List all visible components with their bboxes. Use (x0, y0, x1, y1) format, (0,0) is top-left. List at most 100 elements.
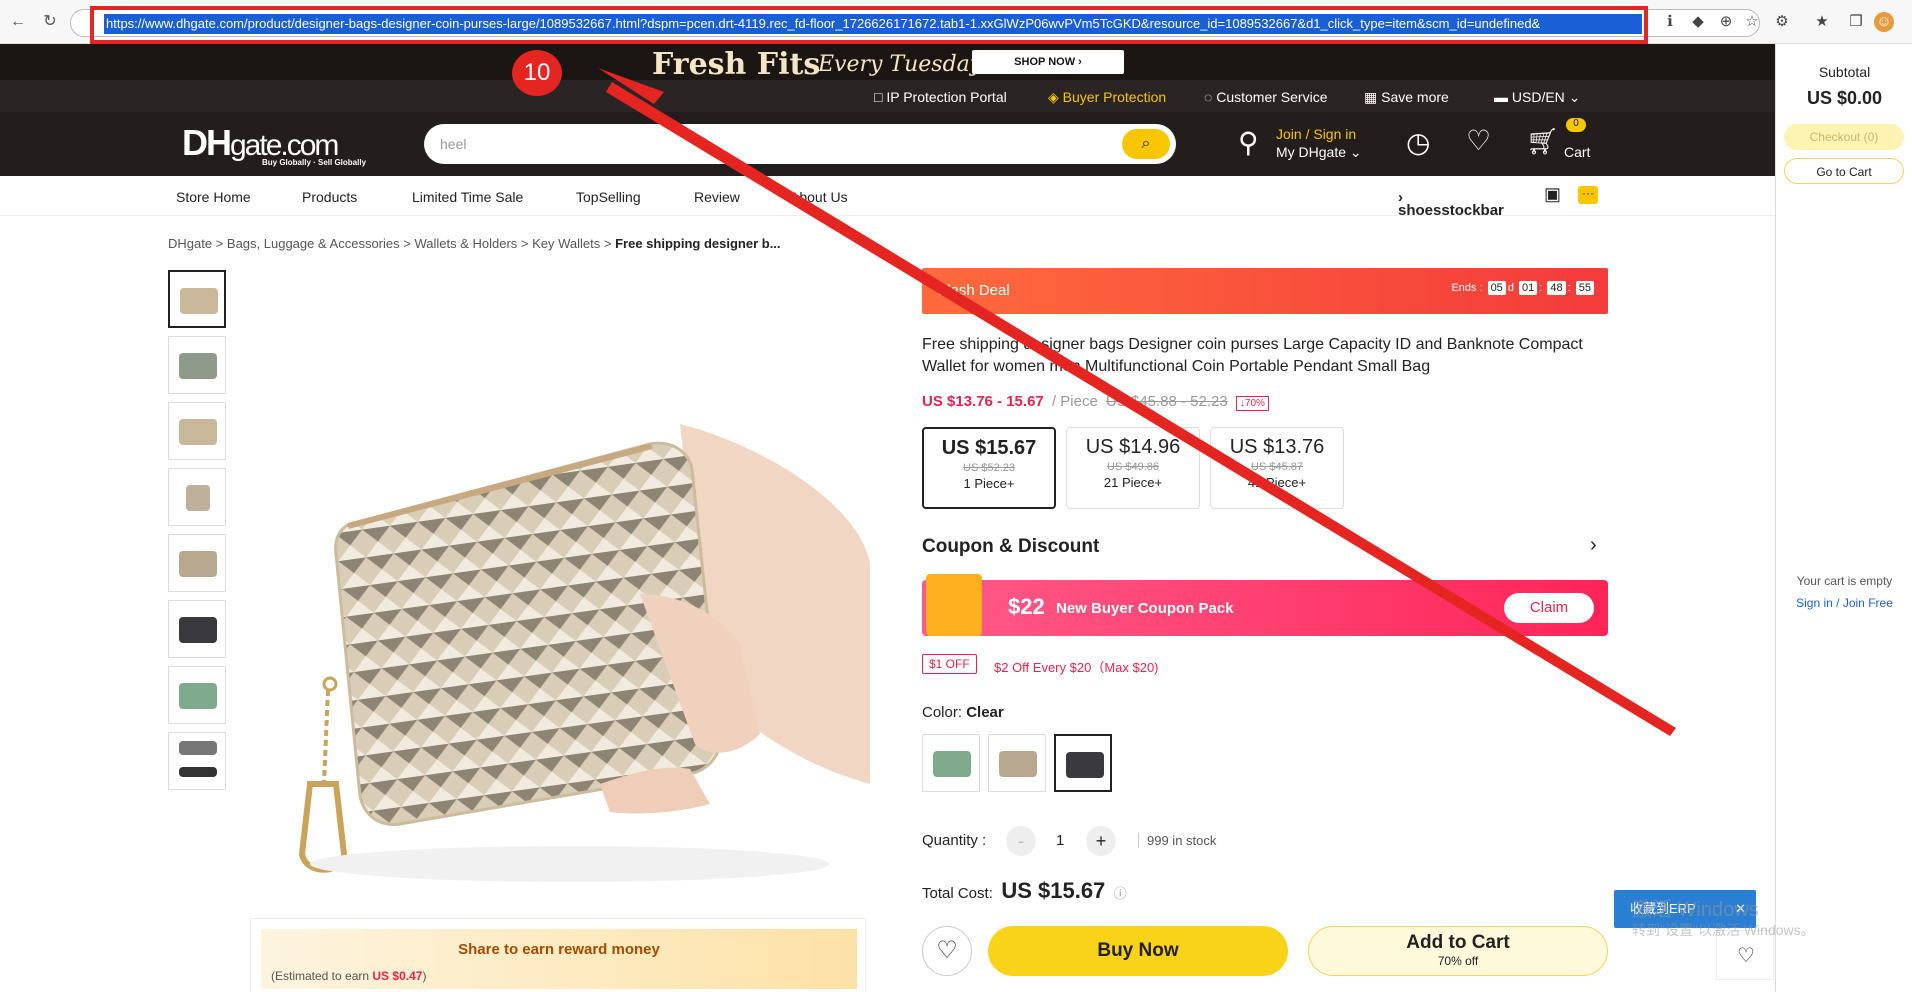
crumb-bags[interactable]: Bags, Luggage & Accessories (227, 236, 400, 251)
color-swatch-clear[interactable] (1054, 734, 1112, 792)
my-dhgate-menu[interactable]: My DHgate ⌄ (1276, 144, 1362, 161)
quantity-label: Quantity : (922, 832, 987, 849)
price-unit: / Piece (1051, 393, 1098, 410)
share-reward-banner[interactable]: Share to earn reward money (Estimated to… (261, 929, 857, 989)
tab-store-home[interactable]: Store Home (176, 189, 251, 205)
tab-products[interactable]: Products (302, 189, 357, 205)
ip-portal-link[interactable]: □ IP Protection Portal (874, 89, 1007, 105)
timer-seconds: 55 (1575, 281, 1594, 295)
watermark-line1: 激活 Windows (1632, 899, 1759, 921)
tab-review[interactable]: Review (694, 189, 740, 205)
chevron-right-icon[interactable]: › (1590, 534, 1597, 557)
dhgate-logo[interactable]: DHgate.com Buy Globally · Sell Globally (182, 122, 366, 167)
main-product-image[interactable] (240, 264, 870, 904)
collections-icon[interactable]: ❐ (1846, 12, 1866, 32)
promo-banner[interactable]: Fresh Fits Every Tuesday SHOP NOW › (0, 44, 1775, 82)
cart-icon[interactable]: 🛒︎ (1526, 126, 1559, 157)
subtotal-label: Subtotal (1818, 64, 1871, 80)
price-tier-2[interactable]: US $14.96 US $49.86 21 Piece+ (1066, 427, 1200, 509)
customer-service-link[interactable]: ◌ Customer Service (1204, 89, 1327, 105)
tier-quantity: 21 Piece+ (1103, 475, 1163, 490)
stock-count: 999 in stock (1138, 833, 1216, 848)
checkout-button[interactable]: Checkout (0) (1784, 124, 1904, 150)
crumb-dhgate[interactable]: DHgate (168, 236, 212, 251)
thumbnail-8[interactable] (168, 732, 226, 790)
thumbnail-6[interactable] (168, 600, 226, 658)
promo-every: Every Tuesday (818, 52, 983, 77)
read-aloud-icon[interactable]: ℹ (1660, 12, 1680, 32)
url-highlight-box (90, 6, 1648, 44)
currency-label: USD/EN (1511, 89, 1565, 105)
quantity-increment-button[interactable]: + (1086, 826, 1116, 856)
thumbnail-7[interactable] (168, 666, 226, 724)
chat-icon[interactable]: ··· (1578, 186, 1598, 204)
buy-now-button[interactable]: Buy Now (988, 926, 1288, 976)
color-value: Clear (966, 704, 1004, 721)
go-to-cart-button[interactable]: Go to Cart (1784, 158, 1904, 184)
cart-link[interactable]: Cart (1564, 144, 1590, 160)
claim-coupon-button[interactable]: Claim (1504, 593, 1594, 623)
crumb-key-wallets[interactable]: Key Wallets (532, 236, 600, 251)
timer-hours: 01 (1519, 281, 1538, 295)
sidebar-slash: / (1836, 596, 1840, 610)
tier-original: US $49.86 (1107, 461, 1159, 473)
floating-heart-icon: ♡ (1737, 945, 1755, 967)
tier-price: US $13.76 (1229, 436, 1325, 458)
favorite-star-icon[interactable]: ☆ (1742, 12, 1762, 32)
store-name-link[interactable]: shoesstockbar › (1398, 189, 1504, 219)
total-cost-value: US $15.67 (1001, 878, 1106, 903)
search-input[interactable]: heel ⌕ (424, 124, 1176, 164)
thumbnail-5[interactable] (168, 534, 226, 592)
tab-topselling[interactable]: TopSelling (576, 189, 641, 205)
save-more-label: Save more (1381, 89, 1449, 105)
add-to-cart-button[interactable]: Add to Cart 70% off (1308, 926, 1608, 976)
tier-quantity: 1 Piece+ (963, 476, 1015, 491)
color-swatch-beige[interactable] (988, 734, 1046, 792)
shop-now-button[interactable]: SHOP NOW › (972, 50, 1124, 74)
customer-service-label: Customer Service (1216, 89, 1328, 105)
thumbnail-3[interactable] (168, 402, 226, 460)
join-signin-link[interactable]: Join / Sign in (1276, 126, 1356, 142)
share-amount: US $0.47 (372, 969, 423, 983)
color-swatch-green[interactable] (922, 734, 980, 792)
store-follow-icon[interactable]: ▣ (1544, 184, 1561, 205)
subtotal-amount: US $0.00 (1806, 88, 1883, 108)
wishlist-heart-icon[interactable]: ♡ (1466, 124, 1491, 157)
price-tier-1[interactable]: US $15.67 US $52.23 1 Piece+ (922, 427, 1056, 509)
share-reward-panel: Share to earn reward money (Estimated to… (250, 918, 866, 992)
back-icon[interactable]: ← (8, 12, 28, 32)
extension-icon[interactable]: ◆ (1688, 12, 1708, 32)
add-to-wishlist-heart-icon[interactable]: ♡ (922, 926, 972, 976)
thumbnail-2[interactable] (168, 336, 226, 394)
crumb-wallets[interactable]: Wallets & Holders (414, 236, 517, 251)
search-value: heel (440, 136, 467, 152)
save-more-link[interactable]: ▦ Save more (1364, 89, 1449, 106)
reload-icon[interactable]: ↻ (40, 12, 60, 32)
sidebar-signin-link[interactable]: Sign in (1796, 596, 1833, 610)
color-label-text: Color: (922, 704, 963, 721)
quantity-decrement-button[interactable]: - (1006, 826, 1036, 856)
sidebar-join-link[interactable]: Join Free (1843, 596, 1893, 610)
thumbnail-1[interactable] (168, 270, 226, 328)
windows-activation-watermark: 激活 Windows 转到"设置"以激活 Windows。 (1632, 900, 1815, 940)
buyer-protection-link[interactable]: ◈ Buyer Protection (1048, 89, 1166, 106)
profile-avatar[interactable]: ☺ (1874, 12, 1894, 32)
extensions-icon[interactable]: ⚙ (1772, 12, 1792, 32)
flash-countdown: Ends : 05 d 01: 48: 55 (1451, 281, 1596, 295)
currency-selector[interactable]: ▬ USD/EN ⌄ (1494, 89, 1580, 106)
price-tier-3[interactable]: US $13.76 US $45.87 41 Piece+ (1210, 427, 1344, 509)
tier-price: US $15.67 (941, 437, 1037, 459)
favorites-icon[interactable]: ★ (1812, 12, 1832, 32)
thumbnail-4[interactable] (168, 468, 226, 526)
more-icon[interactable]: ⊕ (1716, 12, 1736, 32)
tab-limited-time-sale[interactable]: Limited Time Sale (412, 189, 523, 205)
quantity-value[interactable]: 1 (1056, 832, 1064, 849)
discount-badge: ↓70% (1235, 396, 1269, 411)
user-icon[interactable]: ⚲ (1238, 126, 1259, 159)
history-icon[interactable]: ◷ (1406, 126, 1430, 159)
crumb-current: Free shipping designer b... (615, 236, 781, 251)
one-off-tag: $1 OFF (922, 654, 977, 674)
tab-about-us[interactable]: About Us (790, 189, 848, 205)
search-button[interactable]: ⌕ (1122, 129, 1170, 159)
info-icon[interactable]: ⓘ (1114, 886, 1127, 901)
